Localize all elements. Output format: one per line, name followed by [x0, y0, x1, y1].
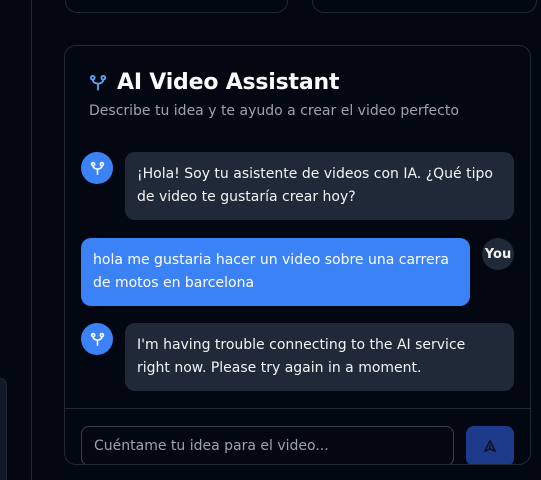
sidebar-panel-edge [0, 378, 7, 480]
chat-message-ai: ¡Hola! Soy tu asistente de videos con IA… [81, 152, 514, 222]
top-card-right [312, 0, 537, 13]
panel-subtitle: Describe tu idea y te ayudo a crear el v… [89, 103, 459, 119]
send-icon [483, 439, 497, 453]
chat-input-area [65, 408, 530, 464]
send-button[interactable] [466, 426, 514, 464]
ai-avatar [81, 323, 113, 355]
ai-avatar [81, 152, 113, 184]
chat-message-user: hola me gustaria hacer un video sobre un… [81, 238, 514, 308]
chat-message-ai: I'm having trouble connecting to the AI … [81, 323, 514, 393]
user-avatar-label: You [484, 246, 512, 262]
ai-branch-icon [89, 74, 107, 92]
ai-assistant-panel: AI Video Assistant Describe tu idea y te… [64, 45, 531, 465]
app-page: AI Video Assistant Describe tu idea y te… [0, 0, 541, 480]
user-avatar: You [482, 238, 514, 270]
ai-branch-icon [90, 161, 104, 175]
user-message-bubble: hola me gustaria hacer un video sobre un… [81, 238, 470, 306]
panel-title: AI Video Assistant [117, 70, 340, 95]
title-row: AI Video Assistant [89, 70, 514, 95]
ai-message-bubble: ¡Hola! Soy tu asistente de videos con IA… [125, 152, 514, 220]
idea-input[interactable] [81, 426, 454, 464]
top-card-left [65, 0, 288, 13]
panel-header: AI Video Assistant Describe tu idea y te… [89, 70, 514, 119]
ai-branch-icon [90, 332, 104, 346]
ai-message-bubble: I'm having trouble connecting to the AI … [125, 323, 514, 391]
